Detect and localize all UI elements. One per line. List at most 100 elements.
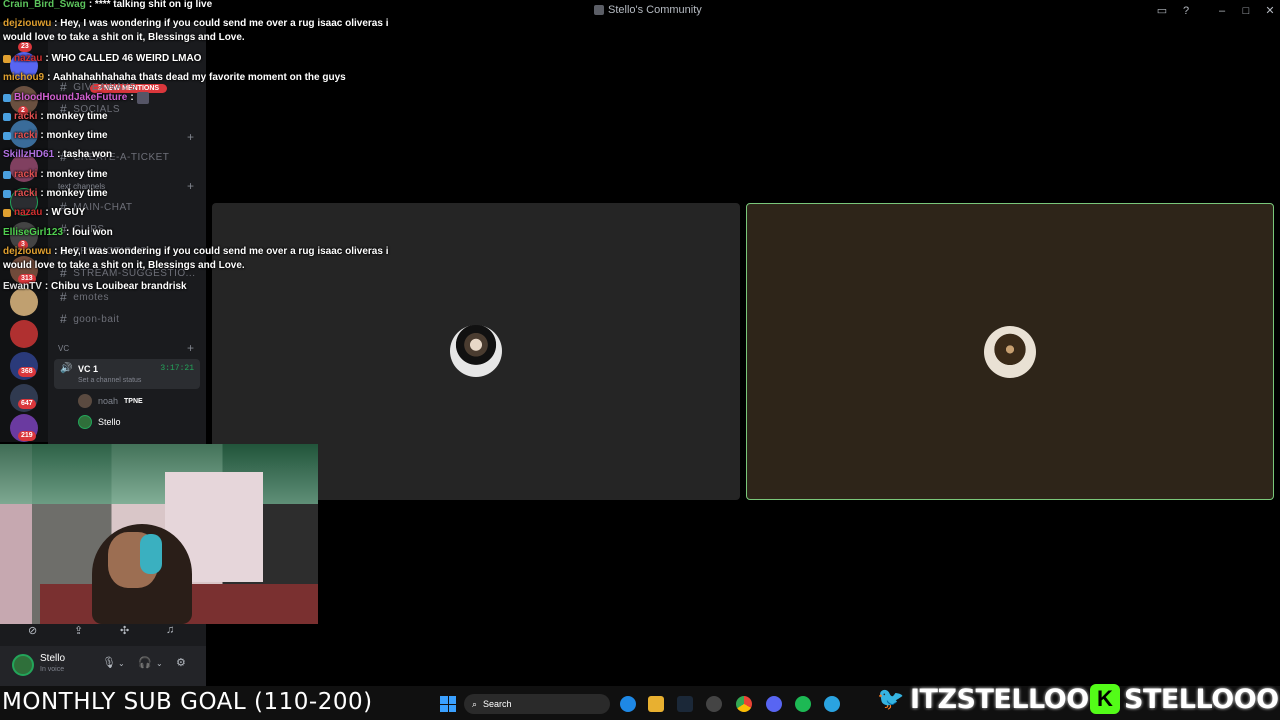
telegram-icon[interactable] [824,696,840,712]
user-status: In voice [40,666,65,673]
screenshare-icon[interactable]: ⇪ [74,624,83,637]
monthly-sub-goal: MONTHLY SUB GOAL (110-200) [2,689,373,715]
voice-user-name: Stello [98,417,121,427]
chat-text: : monkey time [40,169,108,180]
voice-channel-name: VC 1 [78,364,99,374]
channel-status-prompt[interactable]: Set a channel status [78,377,141,384]
chat-message: dejziouwu : Hey, I was wondering if you … [3,245,403,273]
chat-username: nazau [14,53,43,64]
avatar [984,326,1036,378]
badge-icon [3,132,11,140]
add-channel-icon[interactable]: + [187,130,194,144]
sub-badge-icon [3,209,11,217]
window-title-text: Stello's Community [608,4,702,16]
category-vc[interactable]: VC [58,344,69,353]
badge-icon [3,94,11,102]
chat-message: BloodHoundJakeFuture: [3,91,149,105]
voice-timer: 3:17:21 [160,364,194,373]
chat-username: nazau [14,207,43,218]
voice-user-stello[interactable]: Stello [78,415,121,429]
chat-username: racki [14,188,38,199]
twitter-icon: 🐦 [877,686,905,711]
microphone-icon[interactable]: 🎙 [102,656,116,669]
close-button[interactable]: ✕ [1262,3,1278,19]
chat-text: : W GUY [45,207,86,218]
chat-text: : loui won [66,227,113,238]
chat-message: Crain_Bird_Swag: **** talking shit on ig… [3,0,212,12]
chat-message: michou9: Aahhahahhahaha thats dead my fa… [3,71,346,85]
windows-start-icon[interactable] [440,696,456,712]
voice-channel-vc1[interactable]: 🔊 VC 1 3:17:21 Set a channel status [54,359,200,389]
kick-icon: K [1090,684,1120,714]
badge-icon [3,171,11,179]
chat-text: : Chibu vs Louibear brandrisk [44,281,187,292]
camera-icon[interactable]: ⊘ [28,624,37,637]
chat-message: dejziouwu : Hey, I was wondering if you … [3,17,403,45]
file-explorer-icon[interactable] [648,696,664,712]
gear-icon[interactable]: ⚙ [176,656,186,669]
chat-username: racki [14,169,38,180]
chat-username: Crain_Bird_Swag [3,0,86,10]
user-name: Stello [40,653,66,664]
hash-icon: # [60,312,68,326]
help-icon[interactable]: ? [1178,3,1194,19]
chat-text: : **** talking shit on ig live [88,0,213,10]
avatar[interactable] [12,654,34,676]
chat-message: nazau: W GUY [3,206,85,220]
avatar [78,415,92,429]
badge-icon [3,113,11,121]
inbox-icon[interactable]: ▭ [1154,3,1170,19]
user-panel: Stello In voice 🎙 ⌄ 🎧 ⌄ ⚙ [0,646,206,686]
chat-message: racki: monkey time [3,110,108,124]
search-icon: ⌕ [472,698,478,709]
edge-icon[interactable] [620,696,636,712]
add-channel-icon[interactable]: + [187,341,194,355]
server-badge: 647 [18,399,36,409]
minimize-button[interactable]: – [1214,3,1230,19]
chat-username: ElliseGirl123 [3,227,64,238]
chat-username: SkillzHD61 [3,149,55,160]
twitter-handle: 🐦 ITZSTELLOO [876,682,1090,716]
avatar [450,325,502,377]
window-title: Stello's Community [594,4,702,16]
badge-icon [3,190,11,198]
steam-icon[interactable] [677,696,693,712]
kick-handle: K STELLOOO [1090,682,1280,716]
chevron-down-icon[interactable]: ⌄ [156,659,163,668]
emote-icon [136,92,149,104]
channel-label: goon-bait [73,313,120,325]
maximize-button[interactable]: □ [1238,3,1254,19]
chat-text: : [130,92,134,103]
discord-icon[interactable] [766,696,782,712]
taskbar-search[interactable]: ⌕ Search [464,694,610,714]
chat-username: michou9 [3,72,45,83]
server-badge: 368 [18,367,36,377]
voice-user-noah[interactable]: noah TPNE [78,394,143,408]
speaker-icon: 🔊 [60,363,73,374]
server-icon[interactable] [10,320,38,348]
chat-username: EwanTV [3,281,42,292]
app-icon[interactable] [706,696,722,712]
channel-goon-bait[interactable]: # goon-bait [60,312,119,326]
activity-icon[interactable]: ✣ [120,624,129,637]
voice-user-name: noah [98,396,119,406]
video-tile-stello-speaking[interactable] [746,203,1274,500]
chat-text: : tasha won [57,149,113,160]
soundboard-icon[interactable]: ♫ [166,624,174,636]
chat-username: BloodHoundJakeFuture [14,92,128,103]
chrome-icon[interactable] [736,696,752,712]
add-channel-icon[interactable]: + [187,179,194,193]
headphones-icon[interactable]: 🎧 [138,656,152,669]
sub-badge-icon [3,55,11,63]
spotify-icon[interactable] [795,696,811,712]
chat-username: dejziouwu [3,246,52,257]
chat-text: : Hey, I was wondering if you could send… [3,18,389,43]
chat-message: racki: monkey time [3,168,108,182]
chat-message: EwanTV: Chibu vs Louibear brandrisk [3,280,187,294]
chat-message: nazau: WHO CALLED 46 WEIRD LMAO [3,52,201,66]
chat-text: : monkey time [40,188,108,199]
clan-tag: TPNE [124,397,143,405]
chevron-down-icon[interactable]: ⌄ [118,659,125,668]
chat-message: ElliseGirl123: loui won [3,226,113,240]
chat-username: racki [14,130,38,141]
